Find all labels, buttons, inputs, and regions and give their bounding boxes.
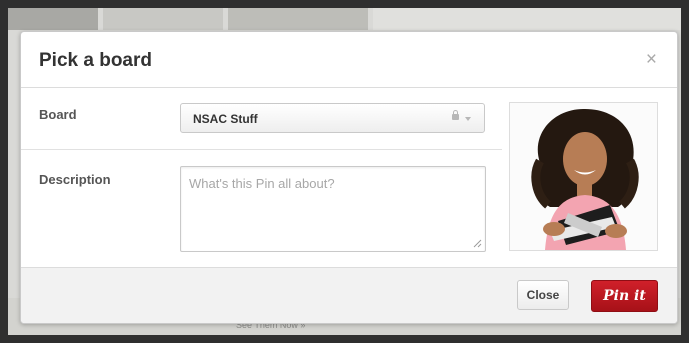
lock-icon bbox=[452, 110, 459, 120]
board-select-value: NSAC Stuff bbox=[193, 112, 258, 126]
board-label: Board bbox=[39, 107, 77, 122]
dialog-footer: Close Pin it bbox=[21, 267, 677, 323]
pin-it-button[interactable]: Pin it bbox=[591, 280, 658, 312]
form-divider bbox=[21, 149, 502, 150]
chevron-down-icon bbox=[465, 117, 471, 121]
background-tile bbox=[228, 8, 368, 30]
board-select[interactable]: NSAC Stuff bbox=[180, 103, 485, 133]
pin-image-preview bbox=[509, 102, 658, 251]
dialog-title: Pick a board bbox=[39, 50, 152, 71]
description-label: Description bbox=[39, 172, 111, 187]
pick-board-dialog: Pick a board × Board NSAC Stuff Descript… bbox=[20, 31, 678, 324]
pin-photo bbox=[510, 103, 657, 250]
background-tile bbox=[373, 8, 681, 30]
background-tile bbox=[8, 8, 98, 30]
dialog-header: Pick a board × bbox=[21, 32, 677, 88]
close-icon[interactable]: × bbox=[646, 49, 657, 71]
background-tile bbox=[103, 8, 223, 30]
close-button[interactable]: Close bbox=[517, 280, 569, 310]
description-field[interactable] bbox=[180, 166, 486, 252]
